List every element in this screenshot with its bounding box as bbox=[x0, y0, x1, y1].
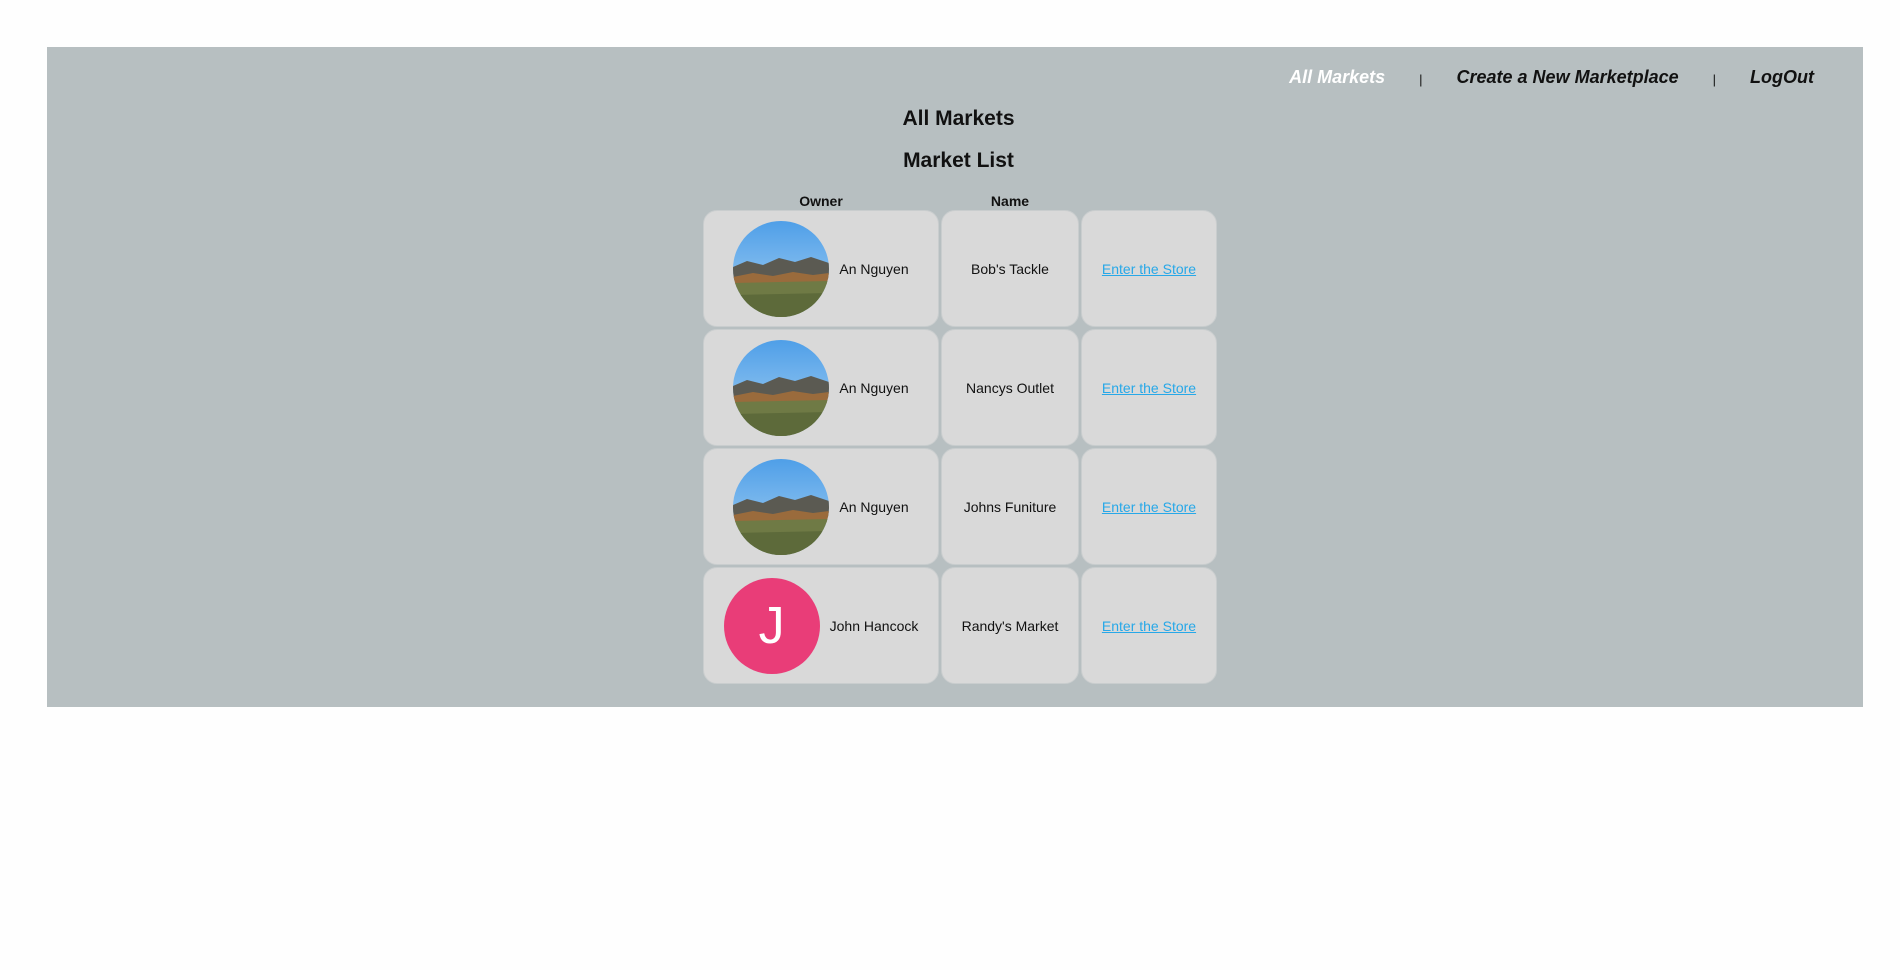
enter-store-cell: Enter the Store bbox=[1081, 210, 1217, 327]
landscape-avatar-icon bbox=[733, 339, 830, 436]
top-nav: All Markets | Create a New Marketplace |… bbox=[1289, 67, 1814, 88]
main-panel: All Markets | Create a New Marketplace |… bbox=[47, 47, 1863, 707]
market-name-cell: Bob's Tackle bbox=[941, 210, 1079, 327]
owner-name: John Hancock bbox=[829, 617, 919, 634]
owner-name: An Nguyen bbox=[839, 498, 909, 515]
enter-store-link[interactable]: Enter the Store bbox=[1102, 261, 1196, 277]
column-header-action bbox=[1081, 192, 1217, 208]
owner-name: An Nguyen bbox=[839, 260, 909, 277]
enter-store-cell: Enter the Store bbox=[1081, 567, 1217, 684]
letter-avatar: J bbox=[723, 577, 820, 674]
table-row: J John Hancock Randy's Market Enter the … bbox=[703, 567, 1217, 684]
table-row: An Nguyen Bob's Tackle Enter the Store bbox=[703, 210, 1217, 327]
table-row: An Nguyen Nancys Outlet Enter the Store bbox=[703, 329, 1217, 446]
owner-cell: An Nguyen bbox=[703, 448, 939, 565]
owner-cell: An Nguyen bbox=[703, 210, 939, 327]
landscape-avatar-icon bbox=[733, 458, 830, 555]
enter-store-link[interactable]: Enter the Store bbox=[1102, 618, 1196, 634]
page-title: All Markets bbox=[902, 107, 1015, 130]
market-name-cell: Johns Funiture bbox=[941, 448, 1079, 565]
table-header-row: Owner Name bbox=[703, 192, 1217, 208]
nav-logout[interactable]: LogOut bbox=[1750, 67, 1814, 88]
market-name-cell: Randy's Market bbox=[941, 567, 1079, 684]
enter-store-link[interactable]: Enter the Store bbox=[1102, 499, 1196, 515]
enter-store-link[interactable]: Enter the Store bbox=[1102, 380, 1196, 396]
nav-create-marketplace[interactable]: Create a New Marketplace bbox=[1457, 67, 1679, 88]
enter-store-cell: Enter the Store bbox=[1081, 329, 1217, 446]
nav-separator: | bbox=[1419, 72, 1423, 87]
table-row: An Nguyen Johns Funiture Enter the Store bbox=[703, 448, 1217, 565]
market-name-cell: Nancys Outlet bbox=[941, 329, 1079, 446]
market-table: Owner Name An Nguyen Bob's Tackle Enter … bbox=[701, 190, 1219, 686]
column-header-owner: Owner bbox=[799, 193, 843, 209]
owner-cell: J John Hancock bbox=[703, 567, 939, 684]
owner-name: An Nguyen bbox=[839, 379, 909, 396]
column-header-name: Name bbox=[990, 193, 1030, 209]
page-subtitle: Market List bbox=[903, 149, 1014, 172]
landscape-avatar-icon bbox=[733, 220, 830, 317]
owner-cell: An Nguyen bbox=[703, 329, 939, 446]
nav-all-markets[interactable]: All Markets bbox=[1289, 67, 1385, 88]
enter-store-cell: Enter the Store bbox=[1081, 448, 1217, 565]
nav-separator: | bbox=[1712, 72, 1717, 87]
